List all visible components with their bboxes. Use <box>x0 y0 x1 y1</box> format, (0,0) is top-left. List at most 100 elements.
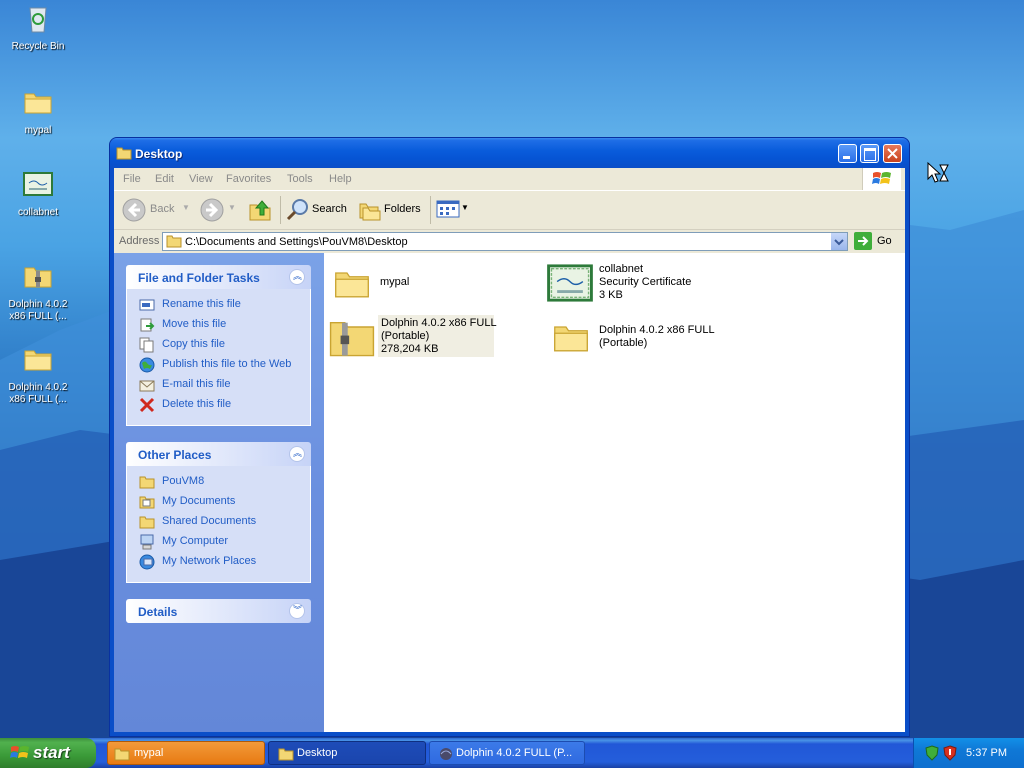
certificate-icon <box>23 172 53 196</box>
panel-title: Details <box>138 605 178 619</box>
address-dropdown-button[interactable] <box>831 233 847 250</box>
file-item-collabnet[interactable]: collabnet Security Certificate 3 KB <box>546 263 766 307</box>
folder-icon <box>335 272 369 298</box>
place-my-network-places[interactable]: My Network Places <box>127 552 310 572</box>
file-name: Dolphin 4.0.2 x86 FULL <box>599 324 715 336</box>
forward-arrow-icon <box>200 198 224 222</box>
file-subname: (Portable) <box>599 337 648 349</box>
tasks-list: Rename this file Move this file Copy thi… <box>126 289 311 426</box>
file-list-view: mypal collabnet Security Certificate 3 K… <box>324 253 905 732</box>
minimize-button[interactable] <box>838 144 857 163</box>
place-my-computer[interactable]: My Computer <box>127 532 310 552</box>
menu-bar: File Edit View Favorites Tools Help <box>114 168 905 191</box>
chevron-down-icon: ▼ <box>182 203 190 212</box>
copy-icon <box>139 337 154 353</box>
menu-help[interactable]: Help <box>329 173 352 185</box>
places-list: PouVM8 My Documents Shared Documents My … <box>126 466 311 583</box>
window-titlebar[interactable]: Desktop <box>110 138 909 168</box>
task-rename[interactable]: Rename this file <box>127 295 310 315</box>
file-type: Security Certificate <box>599 276 692 288</box>
dolphin-icon <box>440 748 452 760</box>
place-my-documents[interactable]: My Documents <box>127 492 310 512</box>
go-button[interactable]: Go <box>852 232 902 251</box>
up-folder-button[interactable] <box>248 197 274 223</box>
go-arrow-icon <box>854 232 872 250</box>
place-shared-documents[interactable]: Shared Documents <box>127 512 310 532</box>
desktop-icon-dolphin-zip[interactable]: Dolphin 4.0.2 x86 FULL (... <box>0 248 76 335</box>
desktop-icon-dolphin-folder[interactable]: Dolphin 4.0.2 x86 FULL (... <box>0 331 76 418</box>
panel-title: Other Places <box>138 448 212 462</box>
collapse-chevron-icon[interactable]: ︽ <box>289 446 305 462</box>
file-folder-tasks-header[interactable]: File and Folder Tasks ︽ <box>126 265 311 289</box>
place-pouvm8[interactable]: PouVM8 <box>127 472 310 492</box>
desktop-icon-recycle-bin[interactable]: Recycle Bin <box>0 2 76 53</box>
security-shield-icon[interactable] <box>924 745 940 761</box>
minimize-icon <box>843 156 850 159</box>
task-copy[interactable]: Copy this file <box>127 335 310 355</box>
desktop-icon-collabnet[interactable]: collabnet <box>0 168 76 219</box>
task-delete[interactable]: Delete this file <box>127 395 310 415</box>
desktop-icon-label: Dolphin 4.0.2 x86 FULL (... <box>8 382 68 405</box>
folder-icon <box>166 235 182 248</box>
chevron-down-icon: ▼ <box>461 203 469 212</box>
menu-edit[interactable]: Edit <box>155 173 174 185</box>
task-email[interactable]: E-mail this file <box>127 375 310 395</box>
taskbar: start mypal Desktop Dolphin 4.0.2 FULL (… <box>0 738 1024 768</box>
other-places-header[interactable]: Other Places ︽ <box>126 442 311 466</box>
rename-icon <box>139 299 155 311</box>
file-item-mypal[interactable]: mypal <box>332 263 532 307</box>
file-item-dolphin-folder[interactable]: Dolphin 4.0.2 x86 FULL (Portable) <box>550 315 750 359</box>
address-label: Address <box>119 235 160 247</box>
maximize-icon <box>864 148 876 161</box>
folders-button[interactable]: Folders <box>356 197 424 223</box>
collapse-chevron-icon[interactable]: ︽ <box>289 269 305 285</box>
security-alert-icon[interactable] <box>942 745 958 761</box>
task-publish-web[interactable]: Publish this file to the Web <box>127 355 310 375</box>
globe-icon <box>139 357 155 373</box>
file-name: mypal <box>380 276 410 288</box>
details-header[interactable]: Details ︾ <box>126 599 311 623</box>
menu-view[interactable]: View <box>189 173 213 185</box>
panel-title: File and Folder Tasks <box>138 271 260 285</box>
toolbar-separator <box>280 196 281 224</box>
start-button[interactable]: start <box>0 738 96 768</box>
folder-icon <box>554 326 588 352</box>
address-input[interactable]: C:\Documents and Settings\PouVM8\Desktop <box>162 232 848 251</box>
maximize-button[interactable] <box>860 144 879 163</box>
views-button[interactable]: ▼ <box>436 199 470 221</box>
menu-favorites[interactable]: Favorites <box>226 173 271 185</box>
file-name: collabnet <box>599 263 644 275</box>
address-bar: Address C:\Documents and Settings\PouVM8… <box>114 230 905 255</box>
file-subname: (Portable) <box>381 330 430 342</box>
windows-logo <box>862 168 901 190</box>
menu-file[interactable]: File <box>123 173 141 185</box>
search-icon <box>286 199 308 221</box>
delete-icon <box>139 397 155 413</box>
search-label: Search <box>312 203 347 215</box>
chevron-down-icon: ▼ <box>228 203 236 212</box>
desktop-icon-mypal[interactable]: mypal <box>0 86 76 137</box>
search-button[interactable]: Search <box>284 197 350 223</box>
back-button[interactable]: Back ▼ <box>122 198 192 222</box>
menu-tools[interactable]: Tools <box>287 173 313 185</box>
back-label: Back <box>150 203 175 215</box>
forward-button[interactable]: ▼ <box>200 198 240 222</box>
task-move[interactable]: Move this file <box>127 315 310 335</box>
chevron-down-icon <box>834 239 844 246</box>
email-icon <box>139 380 155 392</box>
clock: 5:37 PM <box>966 747 1007 759</box>
file-item-dolphin-zip[interactable]: Dolphin 4.0.2 x86 FULL (Portable) 278,20… <box>328 315 498 359</box>
desktop-icon-label: Recycle Bin <box>11 41 65 52</box>
up-folder-icon <box>249 200 271 221</box>
task-pane: File and Folder Tasks ︽ Rename this file… <box>114 253 324 732</box>
folders-icon <box>359 203 381 221</box>
folder-icon <box>24 350 52 371</box>
folder-icon <box>24 93 52 114</box>
file-size: 3 KB <box>599 289 623 301</box>
taskbar-button-desktop[interactable]: Desktop <box>268 741 426 765</box>
taskbar-button-dolphin[interactable]: Dolphin 4.0.2 FULL (P... <box>429 741 585 765</box>
taskbar-button-mypal[interactable]: mypal <box>107 741 265 765</box>
close-button[interactable] <box>883 144 902 163</box>
expand-chevron-icon[interactable]: ︾ <box>289 603 305 619</box>
file-size: 278,204 KB <box>381 343 439 355</box>
